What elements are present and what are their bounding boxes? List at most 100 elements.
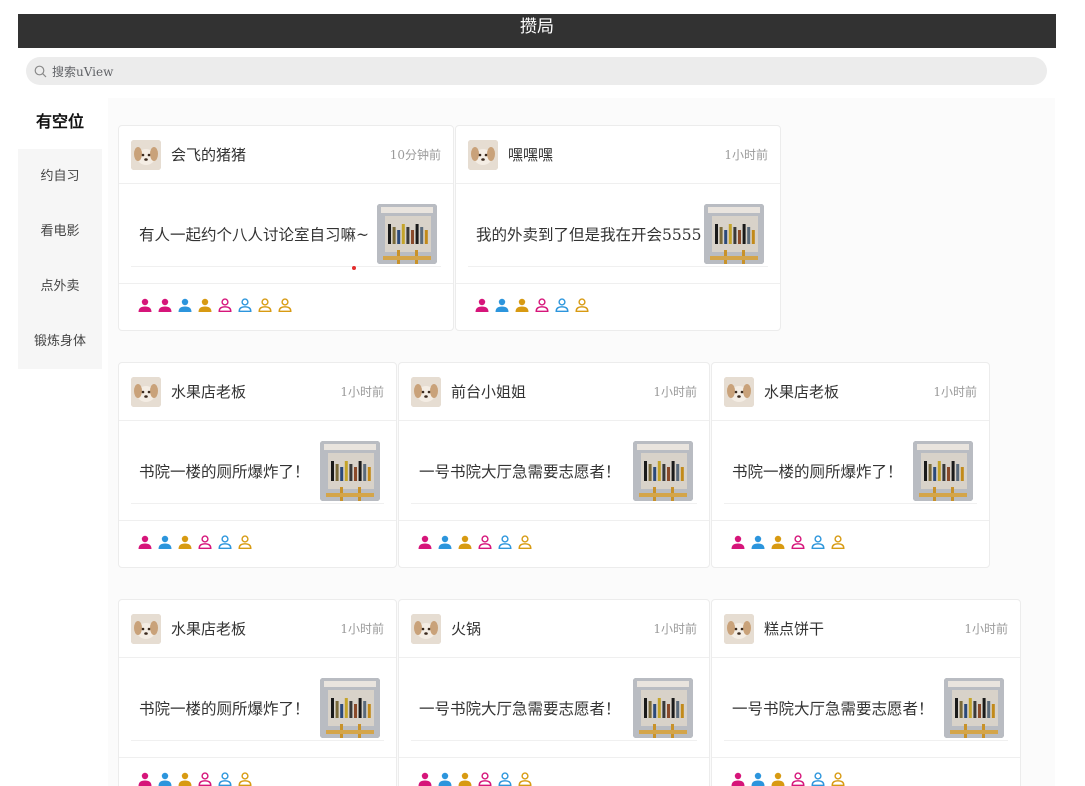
user-avatar[interactable] [131, 376, 161, 407]
person-filled-icon [494, 297, 510, 317]
person-filled-icon [457, 771, 473, 786]
post-text: 书院一楼的厕所爆炸了！ [139, 462, 310, 481]
person-outline-icon [830, 534, 846, 554]
sidebar-item-锻炼身体[interactable]: 锻炼身体 [18, 314, 102, 369]
person-outline-icon [217, 297, 233, 317]
card-header: 前台小姐姐 1小时前 [399, 363, 709, 421]
person-outline-icon [257, 297, 273, 317]
post-image[interactable] [320, 440, 380, 501]
user-avatar[interactable] [411, 613, 441, 644]
sidebar-item-点外卖[interactable]: 点外卖 [18, 259, 102, 314]
person-filled-icon [417, 534, 433, 554]
post-image[interactable] [633, 440, 693, 501]
post-text: 有人一起约个八人讨论室自习嘛~ [139, 225, 369, 244]
user-avatar[interactable] [131, 139, 161, 170]
person-filled-icon [770, 534, 786, 554]
post-image[interactable] [913, 440, 973, 501]
search-placeholder: 搜索uView [52, 64, 114, 79]
card-header: 水果店老板 1小时前 [712, 363, 989, 421]
person-filled-icon [157, 534, 173, 554]
post-time: 1小时前 [653, 622, 697, 636]
person-filled-icon [157, 297, 173, 317]
person-filled-icon [157, 771, 173, 786]
post-card[interactable]: 水果店老板 1小时前 书院一楼的厕所爆炸了！ [711, 362, 990, 568]
sidebar-item-看电影[interactable]: 看电影 [18, 204, 102, 259]
post-time: 1小时前 [933, 385, 977, 399]
sidebar-item-有空位[interactable]: 有空位 [18, 94, 102, 149]
person-filled-icon [514, 297, 530, 317]
person-filled-icon [770, 771, 786, 786]
post-card[interactable]: 嘿嘿嘿 1小时前我的外卖到了但是我在开会5555 [455, 125, 781, 331]
post-card[interactable]: 水果店老板 1小时前 书院一楼的厕所爆炸了！ [118, 362, 397, 568]
person-outline-icon [554, 297, 570, 317]
person-filled-icon [437, 534, 453, 554]
user-avatar[interactable] [131, 613, 161, 644]
category-sidebar: 有空位 约自习 看电影 点外卖 锻炼身体 [18, 94, 102, 369]
post-image[interactable] [944, 677, 1004, 738]
person-outline-icon [574, 297, 590, 317]
user-avatar[interactable] [468, 139, 498, 170]
person-filled-icon [137, 771, 153, 786]
sidebar-item-约自习[interactable]: 约自习 [18, 149, 102, 204]
person-filled-icon [137, 297, 153, 317]
search-input[interactable]: 搜索uView [26, 57, 1047, 85]
participants-row [712, 758, 1020, 786]
card-header: 会飞的猪猪 10分钟前 [119, 126, 453, 184]
post-time: 1小时前 [340, 385, 384, 399]
user-avatar[interactable] [724, 376, 754, 407]
participants-row [119, 758, 396, 786]
person-filled-icon [137, 534, 153, 554]
person-filled-icon [474, 297, 490, 317]
search-icon [34, 65, 47, 77]
person-filled-icon [177, 771, 193, 786]
person-filled-icon [197, 297, 213, 317]
card-header: 嘿嘿嘿 1小时前 [456, 126, 780, 184]
post-card[interactable]: 糕点饼干 1小时前 一号书院大厅急需要志愿者！ [711, 599, 1021, 786]
post-time: 1小时前 [964, 622, 1008, 636]
person-outline-icon [237, 771, 253, 786]
person-outline-icon [197, 534, 213, 554]
person-outline-icon [790, 534, 806, 554]
person-outline-icon [534, 297, 550, 317]
post-text: 我的外卖到了但是我在开会5555 [476, 225, 702, 244]
card-body: 一号书院大厅急需要志愿者！ [712, 658, 1020, 758]
person-outline-icon [810, 534, 826, 554]
post-text: 书院一楼的厕所爆炸了！ [139, 699, 310, 718]
person-filled-icon [730, 771, 746, 786]
post-card[interactable]: 会飞的猪猪 10分钟前有人一起约个八人讨论室自习嘛~ [118, 125, 454, 331]
post-image[interactable] [704, 203, 764, 264]
person-filled-icon [750, 771, 766, 786]
person-filled-icon [750, 534, 766, 554]
user-name: 水果店老板 [171, 620, 247, 638]
person-filled-icon [177, 534, 193, 554]
user-avatar[interactable] [724, 613, 754, 644]
post-card[interactable]: 火锅 1小时前 一号书院大厅急需要志愿者！ [398, 599, 710, 786]
post-text: 一号书院大厅急需要志愿者！ [419, 699, 621, 718]
post-card[interactable]: 前台小姐姐 1小时前 一号书院大厅急需要志愿者！ [398, 362, 710, 568]
post-image[interactable] [377, 203, 437, 264]
person-outline-icon [517, 771, 533, 786]
person-outline-icon [237, 297, 253, 317]
card-body: 书院一楼的厕所爆炸了！ [119, 658, 396, 758]
person-outline-icon [277, 297, 293, 317]
post-time: 1小时前 [653, 385, 697, 399]
post-time: 1小时前 [340, 622, 384, 636]
user-avatar[interactable] [411, 376, 441, 407]
person-outline-icon [497, 771, 513, 786]
person-outline-icon [517, 534, 533, 554]
participants-row [119, 521, 396, 567]
post-time: 10分钟前 [389, 148, 441, 162]
post-image[interactable] [320, 677, 380, 738]
participants-row [399, 758, 709, 786]
post-time: 1小时前 [724, 148, 768, 162]
participants-row [119, 284, 453, 330]
participants-row [399, 521, 709, 567]
post-image[interactable] [633, 677, 693, 738]
user-name: 水果店老板 [764, 383, 840, 401]
person-outline-icon [790, 771, 806, 786]
card-body: 书院一楼的厕所爆炸了！ [119, 421, 396, 521]
user-name: 前台小姐姐 [451, 383, 527, 401]
person-outline-icon [830, 771, 846, 786]
post-card[interactable]: 水果店老板 1小时前书院一楼的厕所爆炸了！ [118, 599, 397, 786]
card-body: 有人一起约个八人讨论室自习嘛~ [119, 184, 453, 284]
